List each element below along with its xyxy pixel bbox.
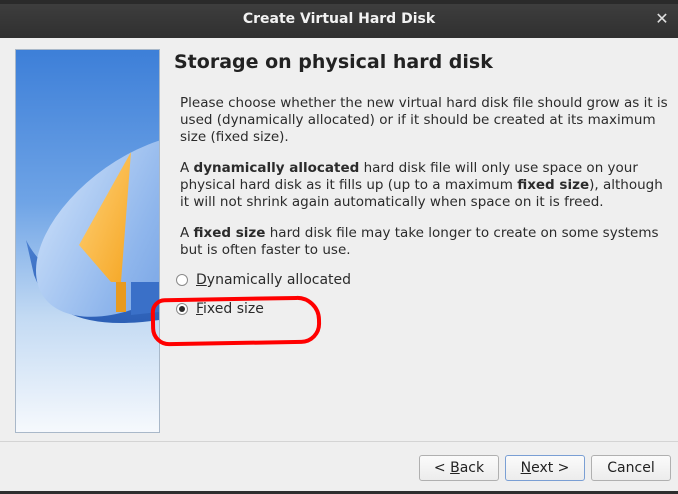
cancel-button[interactable]: Cancel: [591, 455, 671, 481]
hard-disk-graphic: [26, 133, 159, 323]
para3-prefix: A: [180, 225, 194, 241]
window-title: Create Virtual Hard Disk: [242, 11, 436, 27]
pie-edge-shape: [116, 282, 126, 312]
para3-bold-fixed: fixed size: [193, 225, 266, 241]
back-button[interactable]: < Back: [419, 455, 499, 481]
dynamic-description-paragraph: A dynamically allocated hard disk file w…: [180, 160, 672, 211]
close-icon[interactable]: ✕: [652, 9, 672, 29]
dynamically-allocated-radio[interactable]: [176, 274, 188, 286]
red-highlight-annotation: [150, 295, 322, 347]
back-button-accel: B: [450, 460, 460, 476]
fixed-description-paragraph: A fixed size hard disk file may take lon…: [180, 225, 672, 259]
next-button[interactable]: Next >: [505, 455, 585, 481]
hard-disk-illustration: [15, 49, 160, 433]
dynamically-allocated-label[interactable]: Dynamically allocated: [196, 272, 351, 288]
title-bar[interactable]: Create Virtual Hard Disk ✕: [0, 0, 678, 38]
create-virtual-hard-disk-dialog: Create Virtual Hard Disk ✕ Storage on ph…: [0, 0, 678, 494]
button-separator: [0, 441, 678, 442]
para2-bold-fixed: fixed size: [517, 177, 590, 193]
back-button-arrow: <: [433, 460, 451, 476]
next-button-rest: ext >: [531, 460, 570, 476]
intro-paragraph: Please choose whether the new virtual ha…: [180, 95, 668, 145]
back-button-rest: ack: [459, 460, 485, 476]
page-title: Storage on physical hard disk: [174, 51, 493, 73]
para2-prefix: A: [180, 160, 194, 176]
para2-bold-dynamic: dynamically allocated: [193, 160, 360, 176]
title-bar-top-strip: [0, 0, 678, 4]
dynamically-allocated-option[interactable]: Dynamically allocated: [176, 270, 351, 290]
next-button-accel: N: [520, 460, 532, 476]
